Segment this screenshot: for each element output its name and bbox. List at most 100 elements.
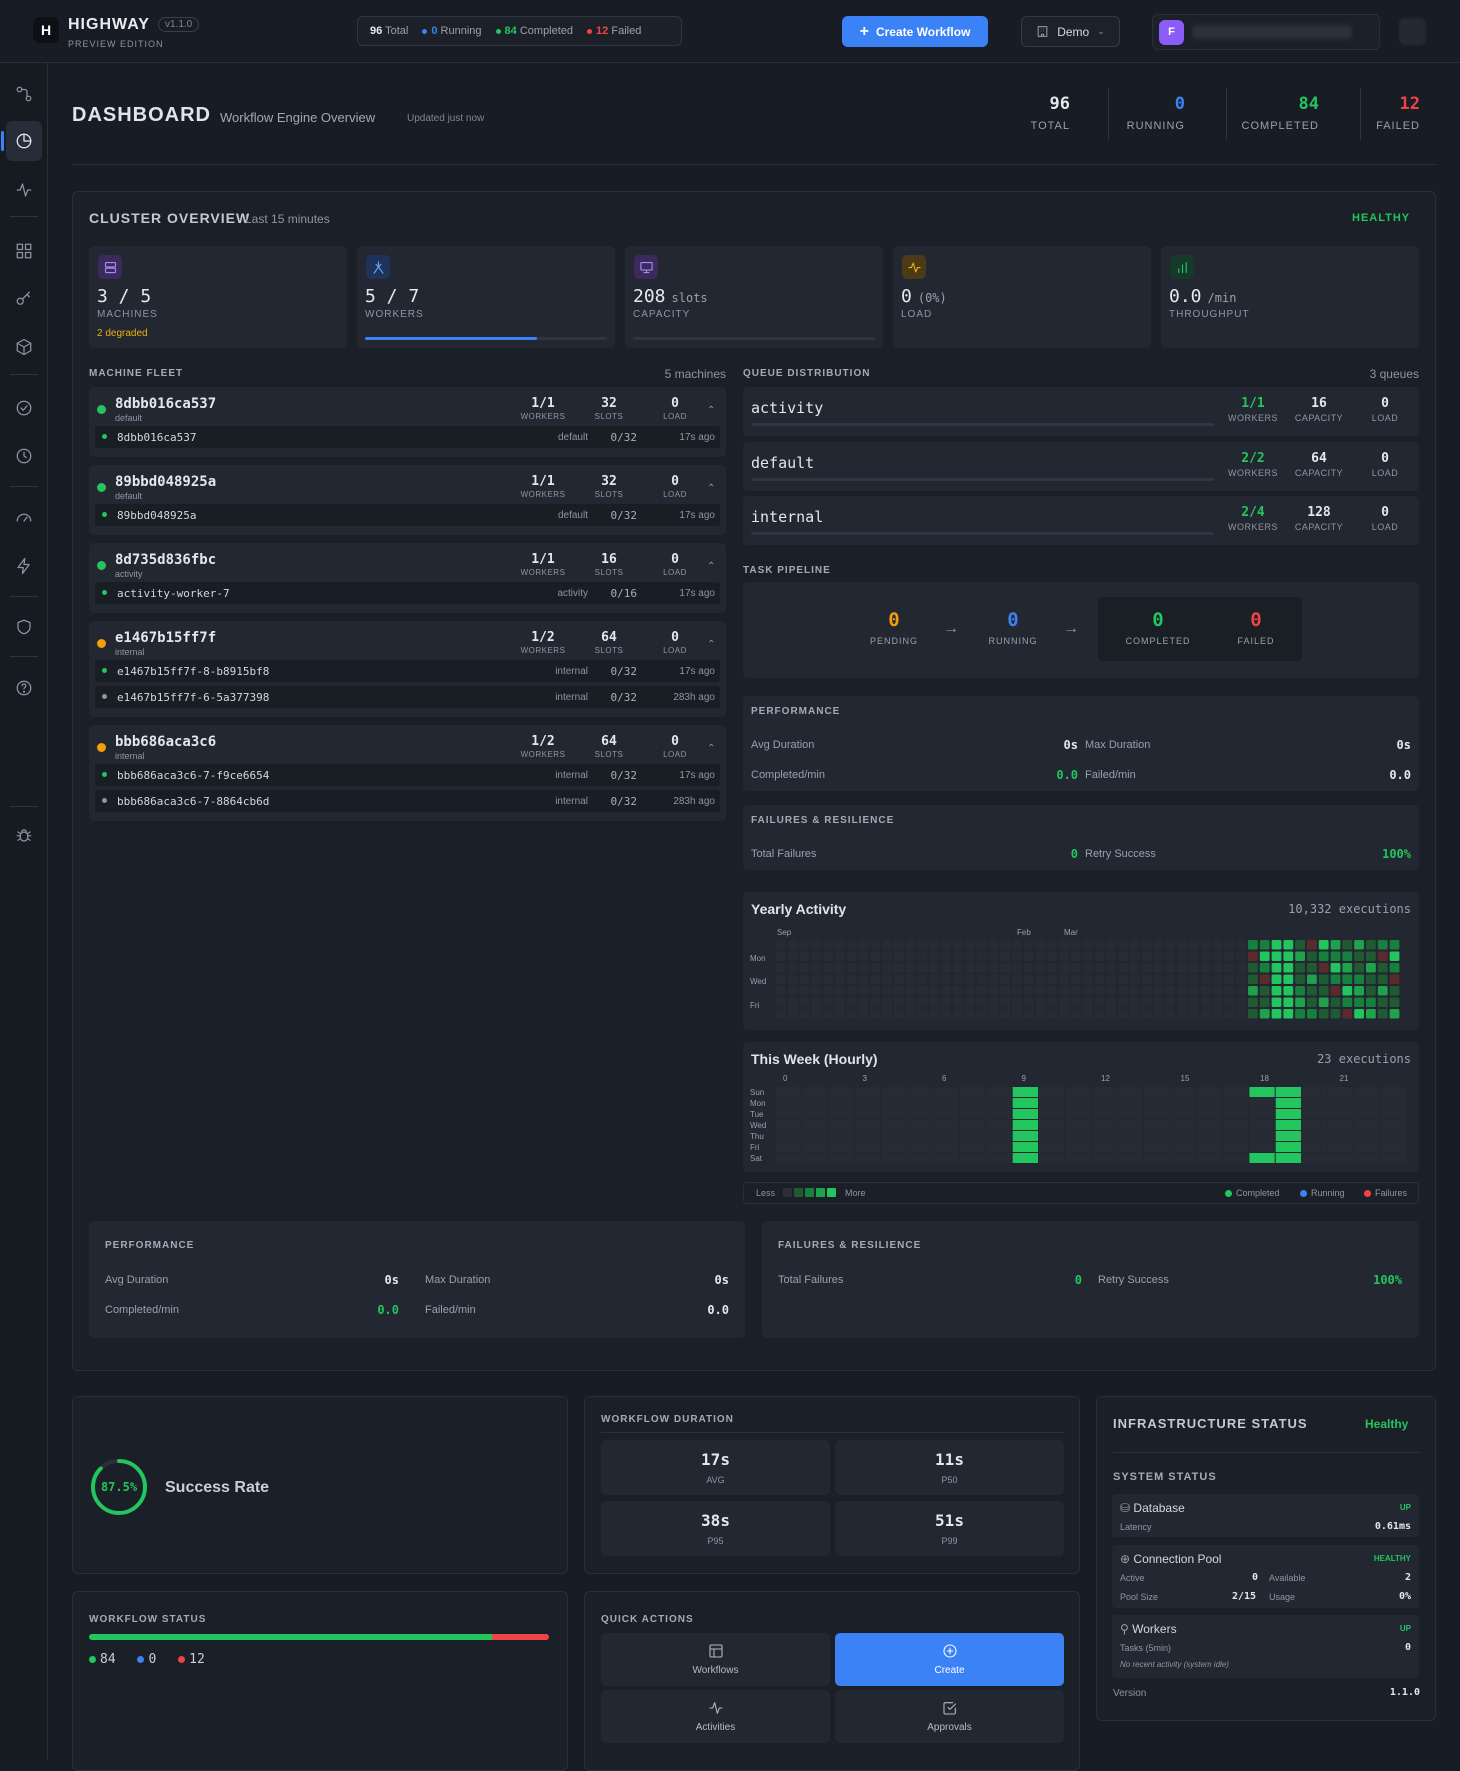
heatmap-cell — [802, 1109, 828, 1119]
heatmap-cell — [846, 997, 857, 1007]
package-icon[interactable] — [10, 333, 38, 361]
heatmap-cell — [1223, 1098, 1249, 1108]
svg-text:87.5%: 87.5% — [101, 1480, 138, 1494]
machine-row[interactable]: 8dbb016ca537 default 1/1 WORKERS 32 SLOTS 0 LOA… — [89, 387, 726, 457]
chevron-up-icon[interactable]: ⌃ — [707, 483, 715, 494]
chevron-up-icon[interactable]: ⌃ — [707, 561, 715, 572]
heatmap-cell — [988, 986, 999, 996]
heatmap-cell — [828, 1120, 854, 1130]
worker-status-dot — [102, 434, 107, 439]
heatmap-legend: Less More Completed Running Failures — [743, 1182, 1419, 1204]
workflow-status-card: WORKFLOW STATUS 84 0 12 — [72, 1591, 568, 1771]
heatmap-cell — [1342, 1009, 1353, 1019]
day-label: Mon — [750, 1099, 766, 1108]
heatmap-cell — [787, 963, 798, 973]
day-label: Fri — [750, 1143, 760, 1152]
heatmap-cell — [1165, 974, 1176, 984]
queue-row[interactable]: default 2/2 WORKERS 64 CAPACITY 0 LOAD — [743, 441, 1419, 491]
user-menu[interactable]: F — [1152, 14, 1380, 50]
quick-action-create[interactable]: Create — [835, 1633, 1064, 1686]
machine-row[interactable]: 8d735d836fbc activity 1/1 WORKERS 16 SLOTS 0 LO… — [89, 543, 726, 613]
activity-icon[interactable] — [10, 176, 38, 204]
worker-row[interactable]: e1467b15ff7f-6-5a377398 internal 0/32 283h … — [95, 686, 720, 708]
worker-name: bbb686aca3c6-7-8864cb6d — [117, 795, 270, 808]
queue-row[interactable]: activity 1/1 WORKERS 16 CAPACITY 0 LOAD — [743, 387, 1419, 436]
heatmap-cell — [1071, 986, 1081, 996]
performance-card: PERFORMANCE Avg Duration 0s Max Duration… — [743, 696, 1419, 791]
heatmap-cell — [1389, 1009, 1400, 1019]
help-icon[interactable] — [10, 674, 38, 702]
heatmap-cell — [1275, 1120, 1301, 1130]
quick-action-activities[interactable]: Activities — [601, 1690, 830, 1743]
heatmap-cell — [976, 997, 987, 1007]
building-icon — [1037, 26, 1048, 37]
heatmap-cell — [1354, 1009, 1364, 1019]
heatmap-cell — [1144, 1098, 1170, 1108]
worker-row[interactable]: activity-worker-7 activity 0/16 17s ago — [95, 582, 720, 604]
heatmap-cell — [1236, 940, 1246, 950]
worker-row[interactable]: e1467b15ff7f-8-b8915bf8 internal 0/32 17s a… — [95, 660, 720, 682]
machine-queue: activity — [115, 569, 143, 579]
heatmap-cell — [894, 1009, 904, 1019]
machine-row[interactable]: 89bbd048925a default 1/1 WORKERS 32 SLOTS 0 LOA… — [89, 465, 726, 535]
hour-label: 21 — [1339, 1074, 1349, 1083]
worker-row[interactable]: bbb686aca3c6-7-8864cb6d internal 0/32 283h … — [95, 790, 720, 812]
worker-queue: activity — [557, 588, 588, 599]
worker-last-seen: 283h ago — [673, 796, 715, 807]
gauge-icon[interactable] — [10, 504, 38, 532]
heatmap-cell — [1059, 974, 1069, 984]
heatmap-cell — [802, 1098, 828, 1108]
machine-row[interactable]: bbb686aca3c6 internal 1/2 WORKERS 64 SLOTS 0 LO… — [89, 725, 726, 821]
settings-icon[interactable] — [1399, 18, 1426, 45]
worker-row[interactable]: 89bbd048925a default 0/32 17s ago — [95, 504, 720, 526]
heatmap-cell — [1117, 1131, 1144, 1141]
heatmap-cell — [960, 1109, 986, 1119]
chevron-up-icon[interactable]: ⌃ — [707, 743, 715, 754]
heatmap-cell — [1065, 1131, 1091, 1141]
workflows-icon[interactable] — [10, 80, 38, 108]
heatmap-cell — [1249, 1109, 1275, 1119]
heatmap-cell — [1275, 1098, 1301, 1108]
app-logo[interactable]: H — [33, 17, 59, 43]
worker-row[interactable]: 8dbb016ca537 default 0/32 17s ago — [95, 426, 720, 448]
database-status: ⛁ Database UP Latency 0.61ms — [1112, 1494, 1419, 1537]
heatmap-cell — [1094, 986, 1105, 996]
machine-row[interactable]: e1467b15ff7f internal 1/2 WORKERS 64 SLOTS 0 LO… — [89, 621, 726, 717]
workspace-select[interactable]: Demo ⌄ — [1021, 16, 1120, 47]
clock-icon[interactable] — [10, 442, 38, 470]
create-workflow-button[interactable]: + Create Workflow — [842, 16, 988, 47]
queue-row[interactable]: internal 2/4 WORKERS 128 CAPACITY 0 LOAD — [743, 496, 1419, 545]
heatmap-cell — [828, 1142, 854, 1152]
shield-icon[interactable] — [10, 613, 38, 641]
heatmap-cell — [1082, 974, 1093, 984]
heatmap-cell — [799, 963, 810, 973]
bug-icon[interactable] — [10, 821, 38, 849]
chevron-up-icon[interactable]: ⌃ — [707, 639, 715, 650]
key-icon[interactable] — [10, 285, 38, 313]
heatmap-cell — [929, 1009, 940, 1019]
heatmap-cell — [858, 940, 869, 950]
grid-icon[interactable] — [10, 237, 38, 265]
heatmap-cell — [1012, 963, 1022, 973]
worker-row[interactable]: bbb686aca3c6-7-f9ce6654 internal 0/32 17s a… — [95, 764, 720, 786]
heatmap-cell — [1047, 940, 1058, 950]
heatmap-cell — [1177, 997, 1187, 1007]
success-rate-card: 87.5% Success Rate — [72, 1396, 568, 1574]
heatmap-cell — [1236, 951, 1246, 961]
heatmap-cell — [964, 986, 975, 996]
check-circle-icon[interactable] — [10, 394, 38, 422]
dashboard-icon[interactable] — [1, 121, 42, 161]
chevron-up-icon[interactable]: ⌃ — [707, 405, 715, 416]
quick-action-approvals[interactable]: Approvals — [835, 1690, 1064, 1743]
heatmap-cell — [929, 951, 940, 961]
machine-load: 0 LOAD — [663, 552, 687, 577]
heatmap-cell — [1091, 1142, 1117, 1152]
workers-status: ⚲ Workers UP Tasks (5min) 0 No recent ac… — [1112, 1615, 1419, 1678]
heatmap-cell — [1153, 997, 1164, 1007]
heatmap-cell — [1196, 1142, 1223, 1152]
bolt-icon[interactable] — [10, 552, 38, 580]
heatmap-cell — [1165, 951, 1176, 961]
heatmap-cell — [1065, 1087, 1091, 1097]
heatmap-cell — [953, 986, 963, 996]
quick-action-workflows[interactable]: Workflows — [601, 1633, 830, 1686]
